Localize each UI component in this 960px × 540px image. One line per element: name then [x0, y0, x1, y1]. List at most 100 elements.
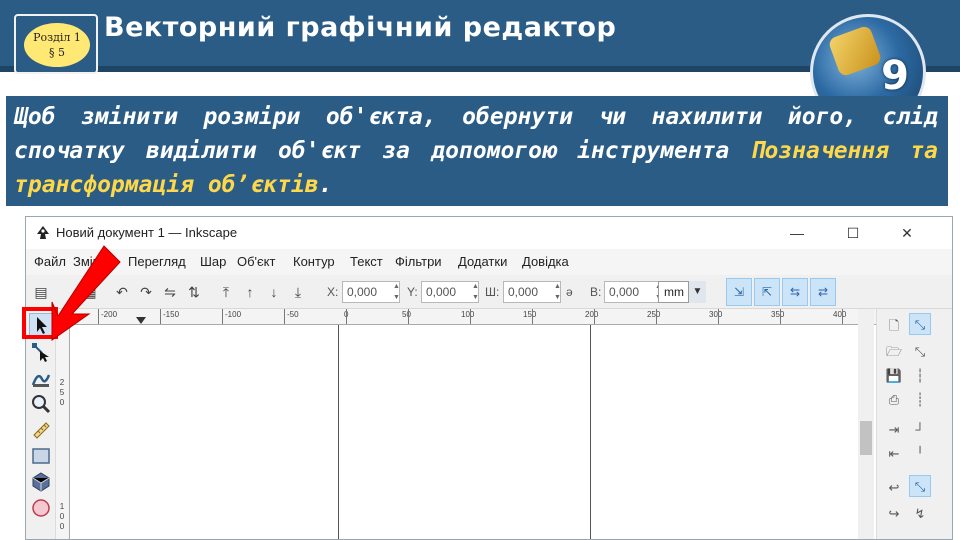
ruler-label: 150	[523, 310, 537, 319]
menu-text[interactable]: Текст	[350, 254, 383, 269]
x-spinner[interactable]: ▲ ▼	[392, 281, 401, 303]
flip-vertical-icon[interactable]: ⇅	[184, 282, 204, 302]
snap-smooth-icon[interactable]: ↯	[909, 503, 931, 525]
close-button[interactable]: ✕	[894, 222, 920, 244]
ruler-tick	[284, 309, 285, 324]
rotate-cw-icon[interactable]: ↷	[136, 282, 156, 302]
selector-tool-highlight	[22, 307, 58, 339]
snap-bbox-icon[interactable]: ⤡	[909, 341, 931, 363]
toolbox	[26, 309, 56, 539]
chevron-down-icon[interactable]: ▼	[688, 281, 706, 303]
raise-icon[interactable]: ↑	[240, 282, 260, 302]
width-spinner[interactable]: ▲ ▼	[553, 281, 562, 303]
3d-box-icon[interactable]	[29, 471, 53, 495]
section-badge: Розділ 1 § 5	[14, 14, 98, 74]
import-icon[interactable]: ⇥	[883, 419, 905, 441]
page-border-right	[590, 325, 591, 539]
vertical-scrollbar[interactable]	[858, 309, 874, 539]
ellipse-icon[interactable]	[29, 497, 53, 521]
measure-icon[interactable]	[29, 419, 53, 443]
maximize-button[interactable]: ☐	[840, 222, 866, 244]
ruler-label: -150	[163, 310, 180, 319]
lock-proportions-icon[interactable]: ə	[566, 285, 573, 299]
ruler-tick	[532, 309, 533, 324]
horizontal-ruler: -200 -150 -100 -50 0 50 100 150 200 250 …	[56, 309, 882, 325]
ruler-label: 400	[833, 310, 847, 319]
grade-number: 9	[881, 53, 909, 99]
ruler-label: 2	[59, 378, 65, 387]
ruler-tick	[594, 309, 595, 324]
zoom-icon[interactable]	[29, 393, 53, 417]
y-spinner[interactable]: ▲ ▼	[471, 281, 480, 303]
lower-icon[interactable]: ↓	[264, 282, 284, 302]
ruler-tick	[408, 309, 409, 324]
save-icon[interactable]: 💾	[883, 365, 905, 387]
undo-icon[interactable]: ↩	[883, 477, 905, 499]
ruler-tick	[346, 309, 347, 324]
new-document-icon[interactable]: 🗋	[883, 315, 905, 337]
ruler-label: 0	[59, 398, 65, 407]
rectangle-icon[interactable]	[29, 445, 53, 469]
instruction-end: .	[318, 172, 333, 198]
drawing-canvas[interactable]	[70, 325, 858, 539]
print-icon[interactable]: ⎙	[883, 389, 905, 411]
snap-corners-icon[interactable]: ┊	[909, 389, 931, 411]
ruler-label: -100	[225, 310, 242, 319]
ruler-tick	[222, 309, 223, 324]
ruler-tick	[160, 309, 161, 324]
logo-wedge-icon	[827, 24, 883, 78]
select-all-icon[interactable]: ▤	[31, 282, 51, 302]
menu-view[interactable]: Перегляд	[128, 254, 186, 269]
tweak-icon[interactable]	[29, 367, 53, 391]
slide-title: Векторний графічний редактор	[104, 12, 617, 43]
scale-corners-icon[interactable]: ⇱	[754, 278, 780, 306]
snap-edges-icon[interactable]: ┆	[909, 365, 931, 387]
ruler-label: 200	[585, 310, 599, 319]
ruler-tick	[780, 309, 781, 324]
ruler-label: 0	[59, 512, 65, 521]
node-editor-icon[interactable]	[29, 341, 53, 365]
snap-nodes-icon[interactable]: ⤡	[909, 475, 931, 497]
menu-path[interactable]: Контур	[293, 254, 335, 269]
minimize-button[interactable]: —	[784, 222, 810, 244]
export-icon[interactable]: ⇤	[883, 443, 905, 465]
menu-layer[interactable]: Шар	[200, 254, 226, 269]
menu-help[interactable]: Довідка	[522, 254, 569, 269]
snap-toggle-icon[interactable]: ⤡	[909, 313, 931, 335]
inkscape-logo-icon	[37, 226, 49, 239]
ruler-tick	[470, 309, 471, 324]
menu-edit[interactable]: Зміни	[73, 254, 107, 269]
section-label: Розділ 1	[33, 31, 81, 44]
ruler-tick	[98, 309, 99, 324]
move-patterns-icon[interactable]: ⇄	[810, 278, 836, 306]
lower-to-bottom-icon[interactable]: ⤓	[288, 282, 308, 302]
ruler-label: -200	[101, 310, 118, 319]
x-label: X:	[327, 285, 339, 299]
redo-icon[interactable]: ↪	[883, 503, 905, 525]
raise-to-top-icon[interactable]: ⤒	[216, 282, 236, 302]
ruler-label: 350	[771, 310, 785, 319]
menu-file[interactable]: Файл	[34, 254, 66, 269]
ruler-label: -50	[287, 310, 299, 319]
deselect-icon[interactable]: ▦	[80, 282, 100, 302]
menu-filters[interactable]: Фільтри	[395, 254, 442, 269]
move-gradients-icon[interactable]: ⇆	[782, 278, 808, 306]
flip-horizontal-icon[interactable]: ⇋	[160, 282, 180, 302]
ruler-label: 100	[461, 310, 475, 319]
scrollbar-thumb[interactable]	[860, 421, 872, 455]
rotate-ccw-icon[interactable]: ↶	[112, 282, 132, 302]
ruler-label: 250	[647, 310, 661, 319]
ruler-tick	[656, 309, 657, 324]
ruler-label: 0	[59, 522, 65, 531]
menu-extensions[interactable]: Додатки	[458, 254, 507, 269]
snap-midpoints-icon[interactable]: ┘	[909, 419, 931, 441]
instruction-box: Щоб змінити розміри об'єкта, обернути чи…	[6, 96, 948, 206]
ruler-tick	[842, 309, 843, 324]
open-folder-icon[interactable]: 🗁	[883, 341, 905, 363]
inkscape-window: Новий документ 1 — Inkscape — ☐ ✕ Файл З…	[25, 216, 953, 540]
scale-stroke-icon[interactable]: ⇲	[726, 278, 752, 306]
height-label: В:	[590, 285, 602, 299]
ruler-label: 5	[59, 388, 65, 397]
snap-centers-icon[interactable]: ╵	[909, 443, 931, 465]
menu-object[interactable]: Об'єкт	[237, 254, 275, 269]
